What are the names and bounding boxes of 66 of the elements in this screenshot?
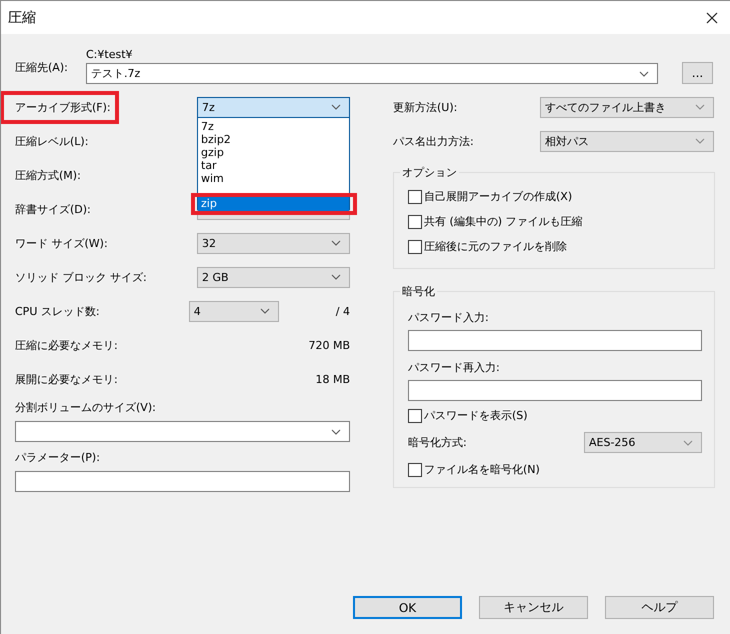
field-label: アーカイブ形式(F):	[1, 90, 119, 124]
group-title: 暗号化	[400, 284, 437, 299]
chevron-icon	[331, 104, 341, 110]
chevron-icon	[260, 308, 270, 314]
destination-combobox[interactable]: テスト.7z	[86, 63, 658, 84]
checkbox[interactable]	[408, 462, 422, 476]
field-label: 辞書サイズ(D):	[15, 202, 92, 216]
list-item[interactable]: zip	[198, 196, 349, 210]
dialog-button[interactable]: ヘルプ	[605, 596, 714, 619]
checkbox-label: 自己展開アーカイブの作成(X)	[424, 189, 572, 204]
field-label: ワード サイズ(W):	[15, 236, 109, 250]
chevron-icon	[331, 274, 341, 280]
dropdown[interactable]: 相対パス	[540, 130, 714, 152]
close-icon[interactable]	[706, 12, 718, 24]
checkbox-label: ファイル名を暗号化(N)	[424, 462, 540, 477]
field-label: CPU スレッド数:	[15, 304, 101, 318]
field-label: パスワード入力:	[408, 310, 490, 325]
checkbox-label: 圧縮後に元のファイルを削除	[424, 239, 567, 254]
field-label: 展開に必要なメモリ:	[15, 372, 119, 386]
dropdown[interactable]: 7z	[197, 96, 350, 118]
input-field[interactable]	[15, 471, 350, 492]
checkbox-label: 共有 (編集中の) ファイルも圧縮	[424, 214, 583, 229]
field-label: 分割ボリュームのサイズ(V):	[15, 400, 157, 415]
field-label: 圧縮に必要なメモリ:	[15, 338, 119, 352]
dropdown[interactable]: すべてのファイル上書き	[540, 96, 714, 118]
field-label: 圧縮方式(M):	[15, 168, 82, 182]
password-field[interactable]	[408, 380, 702, 401]
field-label: ソリッド ブロック サイズ:	[15, 270, 148, 284]
folder-path: C:¥test¥	[86, 47, 134, 62]
field-label: 更新方法(U):	[393, 100, 458, 114]
field-label: 圧縮レベル(L):	[15, 134, 90, 148]
chevron-icon	[683, 440, 693, 446]
field-label: パラメーター(P):	[15, 450, 101, 465]
browse-button[interactable]: ...	[682, 62, 713, 84]
group-title: オプション	[400, 165, 459, 180]
list-item[interactable]: gzip	[198, 146, 349, 158]
checkbox[interactable]	[408, 190, 422, 204]
dropdown[interactable]: 2 GB	[197, 266, 350, 288]
checkbox[interactable]	[408, 408, 422, 422]
list-item[interactable]: wim	[198, 172, 349, 184]
checkbox[interactable]	[408, 240, 422, 254]
memory-value: 18 MB	[315, 372, 350, 386]
memory-value: 720 MB	[308, 338, 350, 352]
window-title: 圧縮	[8, 8, 36, 26]
chevron-icon	[639, 70, 649, 76]
field-label: 暗号化方式:	[408, 435, 467, 450]
field-label: パスワード再入力:	[408, 360, 501, 375]
password-field[interactable]	[408, 330, 702, 351]
field-label: 圧縮先(A):	[15, 60, 69, 75]
chevron-icon	[695, 138, 705, 144]
dialog-button[interactable]: OK	[353, 596, 462, 619]
field-label: パス名出力方法:	[393, 134, 475, 148]
checkbox[interactable]	[408, 214, 422, 228]
dropdown[interactable]: 4	[188, 300, 279, 322]
list-item[interactable]: tar	[198, 158, 349, 172]
thread-count: / 4	[336, 304, 350, 318]
dropdown[interactable]: 32	[197, 232, 350, 254]
chevron-icon	[331, 428, 341, 434]
list-item[interactable]: 7z	[198, 120, 349, 132]
dropdown[interactable]	[15, 421, 350, 442]
checkbox-label: パスワードを表示(S)	[424, 408, 528, 423]
chevron-icon	[331, 240, 341, 246]
list-item[interactable]: bzip2	[198, 132, 349, 146]
dropdown[interactable]: AES-256	[584, 432, 702, 453]
chevron-icon	[695, 104, 705, 110]
dialog-button[interactable]: キャンセル	[479, 596, 588, 619]
